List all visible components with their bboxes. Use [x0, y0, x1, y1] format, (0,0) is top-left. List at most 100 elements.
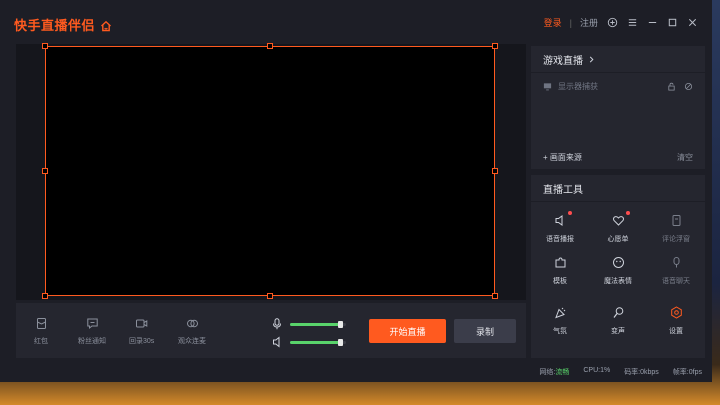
close-icon[interactable] [686, 17, 698, 29]
speaker-volume-slider[interactable] [290, 338, 346, 346]
tool-voice-broadcast[interactable]: 语音播报 [531, 211, 589, 244]
tool-label: 气氛 [553, 328, 567, 335]
login-separator: | [569, 17, 572, 28]
tool-label: 设置 [669, 328, 683, 335]
party-icon [554, 307, 565, 319]
tool-label: 模板 [553, 278, 567, 285]
monitor-icon [543, 83, 552, 91]
heart-icon [612, 216, 624, 226]
network-status: 网络:流畅 [539, 367, 569, 377]
home-icon[interactable] [100, 19, 112, 31]
status-bar: 网络:流畅 CPU:1% 码率:0kbps 帧率:0fps [539, 367, 702, 377]
tool-label: 变声 [611, 328, 625, 335]
menu-icon[interactable] [626, 17, 638, 29]
tool-label: 回录30s [129, 338, 155, 345]
cpu-status: CPU:1% [583, 367, 611, 374]
resize-handle-bottom[interactable] [267, 293, 273, 299]
tool-wishlist[interactable]: 心愿单 [589, 211, 647, 244]
microphone-icon[interactable] [272, 318, 282, 330]
tool-label: 魔法表情 [604, 278, 632, 285]
tool-label: 语音聊天 [662, 278, 690, 285]
title-bar: 快手直播伴侣 登录 | 注册 [0, 0, 712, 44]
preview-canvas[interactable] [42, 43, 498, 299]
add-circle-icon[interactable] [606, 17, 618, 29]
audio-controls [272, 315, 352, 351]
gear-icon [670, 306, 682, 319]
bitrate-status: 码率:0kbps [624, 369, 659, 376]
register-link[interactable]: 注册 [580, 16, 598, 29]
tool-fan-notify[interactable]: 粉丝通知 [78, 317, 106, 346]
tool-settings[interactable]: 设置 [647, 306, 705, 336]
puzzle-icon [555, 257, 565, 268]
mic-chat-icon [673, 257, 679, 268]
app-window: 快手直播伴侣 登录 | 注册 红包 粉丝通知 回录30s 观众连麦 开始直播 录… [0, 0, 712, 382]
resize-handle-right[interactable] [492, 168, 498, 174]
source-item[interactable]: 显示器捕获 [543, 81, 693, 92]
mic-volume-row [272, 315, 352, 333]
bottom-toolbar: 红包 粉丝通知 回录30s 观众连麦 开始直播 录制 [16, 303, 526, 358]
network-value: 流畅 [555, 369, 570, 376]
tool-label: 红包 [34, 338, 48, 345]
resize-handle-top[interactable] [267, 43, 273, 49]
hide-icon[interactable] [684, 82, 693, 91]
speaker-icon [555, 215, 562, 226]
tool-label: 观众连麦 [178, 338, 206, 345]
brand: 快手直播伴侣 [14, 15, 112, 34]
live-tools-panel: 直播工具 语音播报 心愿单 评论浮窗 模板 魔法表情 语音聊天 气氛 变声 设置 [531, 175, 705, 358]
tool-audience-link[interactable]: 观众连麦 [178, 317, 206, 346]
tool-voice-chat[interactable]: 语音聊天 [647, 256, 705, 286]
resize-handle-top-left[interactable] [42, 43, 48, 49]
link-circles-icon [186, 319, 198, 328]
tool-label: 语音播报 [546, 236, 574, 243]
tool-label: 心愿单 [607, 236, 629, 243]
tool-comment-window[interactable]: 评论浮窗 [647, 214, 705, 244]
source-panel-title: 游戏直播 [543, 55, 583, 67]
login-link[interactable]: 登录 [544, 16, 562, 29]
comment-window-icon [672, 215, 680, 226]
add-source-button[interactable]: + 画面来源 [543, 152, 582, 163]
tool-label: 评论浮窗 [662, 236, 690, 243]
tool-voice-change[interactable]: 变声 [589, 306, 647, 336]
minimize-icon[interactable] [646, 17, 658, 29]
tool-replay[interactable]: 回录30s [129, 317, 154, 346]
resize-handle-bottom-left[interactable] [42, 293, 48, 299]
speaker-volume-fill [290, 340, 340, 344]
tool-template[interactable]: 模板 [531, 256, 589, 286]
network-label: 网络: [539, 369, 556, 376]
resize-handle-left[interactable] [42, 168, 48, 174]
smile-icon [612, 257, 624, 268]
video-icon [136, 319, 148, 328]
mic-volume-slider[interactable] [290, 320, 346, 328]
source-item-actions [667, 82, 693, 91]
framerate-status: 帧率:0fps [672, 369, 702, 376]
chevron-right-icon [589, 56, 594, 62]
speaker-icon[interactable] [272, 336, 282, 348]
lock-icon[interactable] [667, 82, 676, 91]
live-tools-header: 直播工具 [531, 175, 705, 202]
title-bar-actions: 登录 | 注册 [544, 16, 698, 29]
voice-change-icon [613, 307, 623, 318]
clear-sources-button[interactable]: 清空 [677, 152, 693, 163]
source-panel-header[interactable]: 游戏直播 [531, 46, 705, 73]
mic-volume-knob[interactable] [338, 320, 343, 328]
resize-handle-top-right[interactable] [492, 43, 498, 49]
record-button[interactable]: 录制 [454, 319, 516, 343]
maximize-icon[interactable] [666, 17, 678, 29]
tool-red-packet[interactable]: 红包 [34, 317, 48, 346]
badge-dot [625, 211, 630, 215]
speaker-volume-knob[interactable] [338, 338, 343, 346]
tool-label: 粉丝通知 [78, 338, 106, 345]
start-live-button[interactable]: 开始直播 [369, 319, 446, 343]
source-panel-footer: + 画面来源 清空 [543, 152, 693, 163]
message-icon [86, 318, 98, 330]
tool-atmosphere[interactable]: 气氛 [531, 306, 589, 336]
live-tools-title: 直播工具 [543, 184, 583, 196]
preview-area [16, 43, 526, 300]
tool-magic-emoji[interactable]: 魔法表情 [589, 256, 647, 286]
envelope-icon [36, 318, 46, 329]
source-item-label: 显示器捕获 [558, 82, 598, 91]
resize-handle-bottom-right[interactable] [492, 293, 498, 299]
source-panel: 游戏直播 显示器捕获 + 画面来源 清空 [531, 46, 705, 169]
app-title: 快手直播伴侣 [14, 18, 96, 33]
speaker-volume-row [272, 333, 352, 351]
